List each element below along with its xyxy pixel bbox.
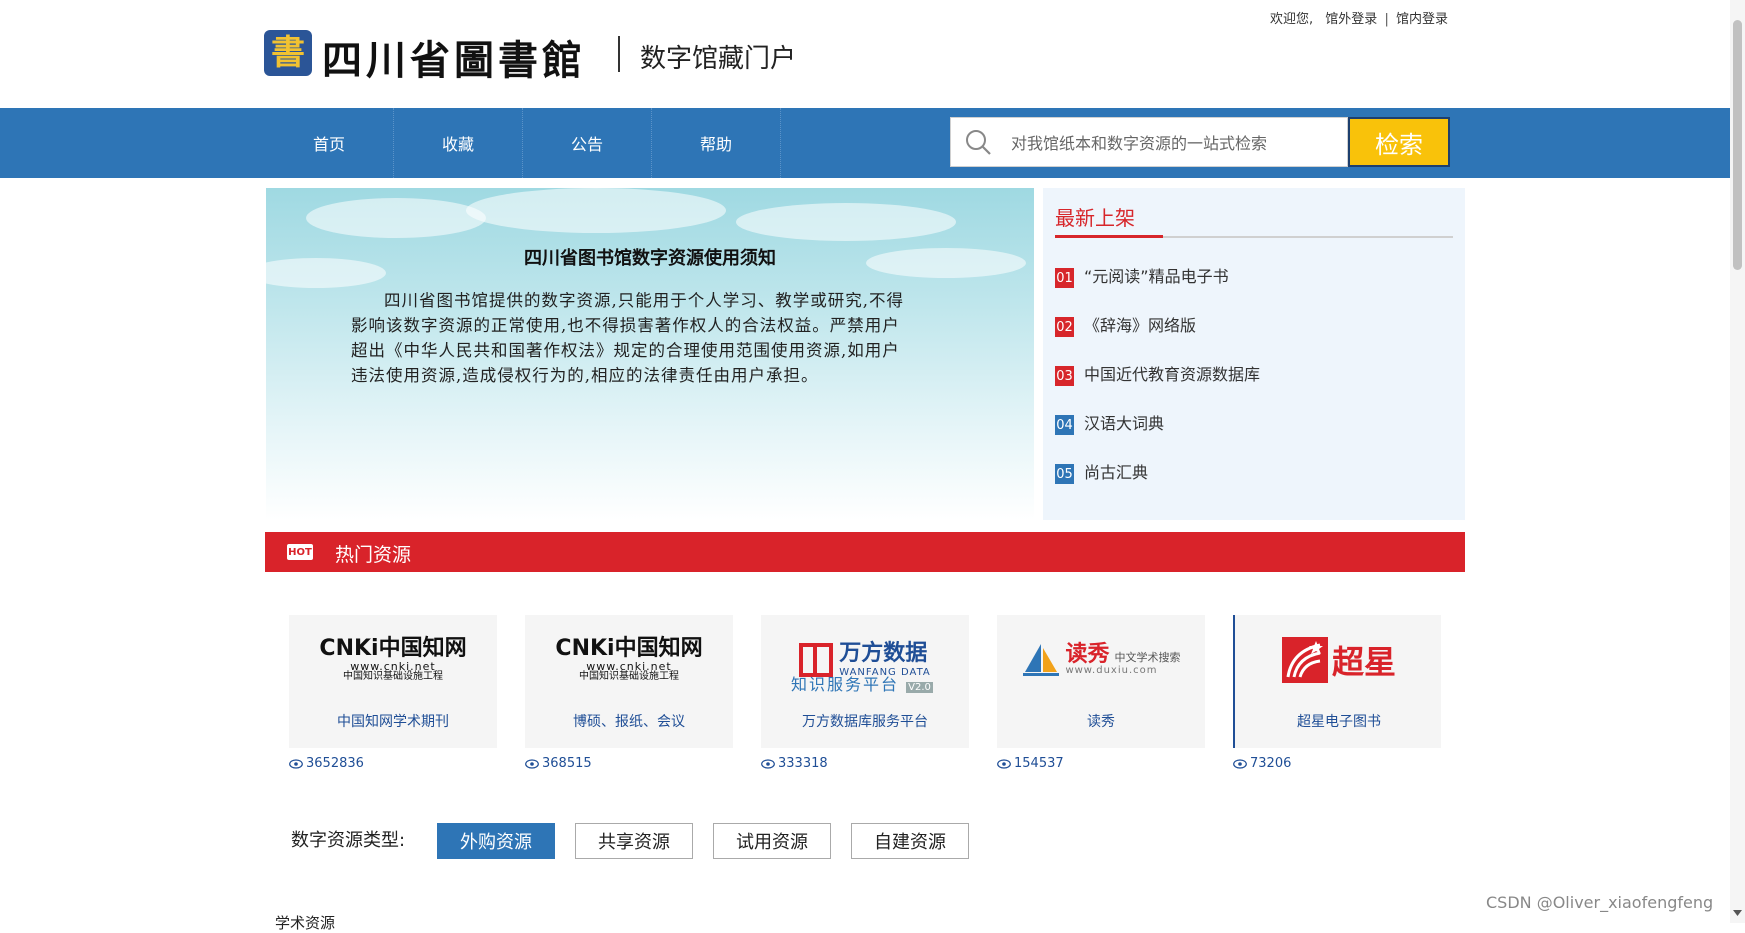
login-separator: | [1384, 12, 1389, 27]
cnki-logo-icon: CNKi中国知网 www.cnki.net 中国知识基础设施工程 [525, 625, 733, 695]
hot-resources-bar: HOT 热门资源 [265, 532, 1465, 572]
internal-login-link[interactable]: 馆内登录 [1396, 12, 1448, 27]
header-divider [618, 36, 620, 72]
wanfang-logo-text: 万方数据 [839, 641, 928, 667]
resource-card-chaoxing[interactable]: 超星 超星电子图书 [1233, 615, 1441, 748]
duxiu-logo-url: www.duxiu.com [1065, 665, 1158, 677]
nav-item-home[interactable]: 首页 [265, 108, 394, 178]
cnki-logo-sub: 中国知识基础设施工程 [579, 671, 679, 683]
eye-icon [289, 758, 303, 769]
rank-badge: 03 [1055, 366, 1074, 386]
eye-icon [997, 758, 1011, 769]
cnki-logo-icon: CNKi中国知网 www.cnki.net 中国知识基础设施工程 [289, 625, 497, 695]
version-badge: V2.0 [906, 682, 933, 693]
cnki-logo-sub: 中国知识基础设施工程 [343, 671, 443, 683]
resource-card-cnki-journals[interactable]: CNKi中国知网 www.cnki.net 中国知识基础设施工程 中国知网学术期… [289, 615, 497, 748]
top-login-links: 欢迎您, 馆外登录 | 馆内登录 [1270, 8, 1448, 27]
list-item[interactable]: 03 中国近代教育资源数据库 [1055, 360, 1260, 386]
tab-purchased-resources[interactable]: 外购资源 [437, 823, 555, 859]
view-count: 333318 [761, 756, 828, 771]
nav-item-announcements[interactable]: 公告 [523, 108, 652, 178]
main-nav-bar: 首页 收藏 公告 帮助 [0, 108, 1730, 178]
nav-item-help[interactable]: 帮助 [652, 108, 781, 178]
resource-card-wanfang[interactable]: 万方数据 WANFANG DATA 知识服务平台 V2.0 万方数据库服务平台 [761, 615, 969, 748]
list-item[interactable]: 01 “元阅读”精品电子书 [1055, 262, 1229, 288]
eye-icon [761, 758, 775, 769]
list-item-title: 尚古汇典 [1084, 463, 1149, 482]
duxiu-logo-icon: 读秀 中文学术搜索 www.duxiu.com [997, 625, 1205, 695]
eye-icon [1233, 758, 1247, 769]
hot-badge-icon: HOT [287, 544, 313, 560]
list-item[interactable]: 05 尚古汇典 [1055, 458, 1148, 484]
view-count: 368515 [525, 756, 592, 771]
new-arrivals-title: 最新上架 [1055, 206, 1135, 230]
view-count-value: 154537 [1014, 756, 1064, 771]
view-count-value: 368515 [542, 756, 592, 771]
usage-notice-panel: 四川省图书馆数字资源使用须知 四川省图书馆提供的数字资源,只能用于个人学习、教学… [266, 188, 1034, 520]
new-arrivals-rule-accent [1055, 235, 1163, 238]
resource-type-label: 数字资源类型: [291, 830, 406, 851]
tab-trial-resources[interactable]: 试用资源 [713, 823, 831, 859]
rank-badge: 05 [1055, 464, 1074, 484]
list-item-title: 《辞海》网络版 [1084, 316, 1197, 335]
search-input[interactable] [1009, 124, 1343, 162]
view-count: 3652836 [289, 756, 364, 771]
csdn-watermark: CSDN @Oliver_xiaofengfeng [1486, 893, 1714, 912]
wanfang-logo-sub: 知识服务平台 V2.0 [791, 675, 933, 694]
duxiu-logo-sub: 中文学术搜索 [1114, 651, 1181, 665]
resource-card-label: 博硕、报纸、会议 [573, 714, 685, 730]
new-arrivals-panel: 最新上架 01 “元阅读”精品电子书 02 《辞海》网络版 03 中国近代教育资… [1043, 188, 1465, 520]
tab-shared-resources[interactable]: 共享资源 [575, 823, 693, 859]
resource-card-label: 超星电子图书 [1297, 714, 1381, 730]
library-logo-icon[interactable]: 書 [264, 30, 312, 76]
list-item-title: 汉语大词典 [1084, 414, 1165, 433]
resource-card-label: 万方数据库服务平台 [802, 714, 928, 730]
chaoxing-logo-icon: 超星 [1235, 625, 1443, 695]
library-name[interactable]: 四川省圖書館 [322, 28, 586, 86]
rank-badge: 02 [1055, 317, 1074, 337]
rank-badge: 01 [1055, 268, 1074, 288]
hot-resources-title: 热门资源 [335, 544, 412, 566]
rank-badge: 04 [1055, 415, 1074, 435]
cnki-logo-text: CNKi中国知网 [319, 636, 467, 662]
resource-card-duxiu[interactable]: 读秀 中文学术搜索 www.duxiu.com 读秀 [997, 615, 1205, 748]
tab-self-built-resources[interactable]: 自建资源 [851, 823, 969, 859]
list-item[interactable]: 02 《辞海》网络版 [1055, 311, 1196, 337]
eye-icon [525, 758, 539, 769]
chaoxing-emblem-icon [1281, 637, 1328, 683]
portal-name: 数字馆藏门户 [640, 44, 797, 74]
sailboat-icon [1023, 644, 1060, 676]
view-count-value: 333318 [778, 756, 828, 771]
list-item[interactable]: 04 汉语大词典 [1055, 409, 1164, 435]
scroll-down-arrow-icon[interactable] [1731, 906, 1744, 919]
scrollbar-thumb[interactable] [1733, 20, 1742, 270]
resource-card-cnki-theses[interactable]: CNKi中国知网 www.cnki.net 中国知识基础设施工程 博硕、报纸、会… [525, 615, 733, 748]
notice-body: 四川省图书馆提供的数字资源,只能用于个人学习、教学或研究,不得影响该数字资源的正… [351, 291, 904, 385]
resource-card-label: 中国知网学术期刊 [337, 714, 449, 730]
welcome-text: 欢迎您, [1270, 12, 1314, 27]
nav-item-favorites[interactable]: 收藏 [394, 108, 523, 178]
view-count: 154537 [997, 756, 1064, 771]
chaoxing-logo-text: 超星 [1331, 643, 1396, 681]
duxiu-logo-text: 读秀 [1065, 642, 1110, 668]
search-box [950, 117, 1348, 167]
list-item-title: 中国近代教育资源数据库 [1084, 365, 1261, 384]
cnki-logo-text: CNKi中国知网 [555, 636, 703, 662]
external-login-link[interactable]: 馆外登录 [1325, 12, 1377, 27]
resource-card-label: 读秀 [1087, 714, 1115, 730]
view-count: 73206 [1233, 756, 1291, 771]
view-count-value: 3652836 [306, 756, 364, 771]
search-button[interactable]: 检索 [1348, 117, 1450, 167]
logo-glyph: 書 [271, 33, 305, 73]
search-icon [966, 130, 991, 155]
notice-title: 四川省图书馆数字资源使用须知 [524, 248, 776, 269]
view-count-value: 73206 [1250, 756, 1292, 771]
list-item-title: “元阅读”精品电子书 [1084, 267, 1229, 286]
